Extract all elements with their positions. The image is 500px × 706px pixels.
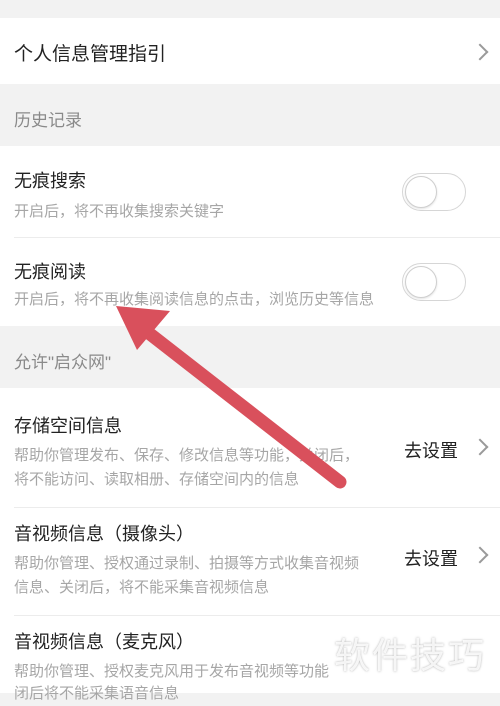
camera-desc-line2: 信息、关闭后，将不能采集音视频信息 [14, 579, 270, 596]
incognito-read-title: 无痕阅读 [14, 262, 86, 282]
camera-permission-row[interactable]: 音视频信息（摄像头） 帮助你管理、授权通过录制、拍摄等方式收集音视频 信息、关闭… [0, 508, 500, 616]
incognito-search-desc: 开启后，将不再收集搜索关键字 [14, 203, 225, 220]
camera-title: 音视频信息（摄像头） [14, 524, 194, 544]
storage-settings-link[interactable]: 去设置 [404, 437, 458, 463]
storage-desc-line1: 帮助你管理发布、保存、修改信息等功能，关闭后， [14, 447, 360, 464]
watermark: 软件技巧 [333, 635, 486, 676]
microphone-title: 音视频信息（麦克风） [14, 632, 194, 652]
storage-permission-row[interactable]: 存储空间信息 帮助你管理发布、保存、修改信息等功能，关闭后， 将不能访问、读取相… [0, 388, 500, 508]
microphone-desc-line2: 闭后将不能采集语音信息 [14, 685, 180, 702]
chevron-right-icon [471, 546, 489, 564]
storage-title: 存储空间信息 [14, 416, 122, 436]
camera-settings-link[interactable]: 去设置 [404, 545, 458, 571]
toggle-knob [405, 266, 437, 298]
camera-desc-line1: 帮助你管理、授权通过录制、拍摄等方式收集音视频 [14, 555, 360, 572]
chevron-right-icon [471, 438, 489, 456]
incognito-read-toggle[interactable] [402, 263, 466, 301]
incognito-read-row: 无痕阅读 开启后，将不再收集阅读信息的点击，浏览历史等信息 [0, 238, 500, 326]
incognito-read-desc: 开启后，将不再收集阅读信息的点击，浏览历史等信息 [14, 291, 375, 308]
privacy-guide-row[interactable]: 个人信息管理指引 [0, 18, 500, 84]
incognito-search-row: 无痕搜索 开启后，将不再收集搜索关键字 [0, 146, 500, 238]
history-section: 历史记录 [0, 84, 500, 146]
allow-section: 允许"启众网" [0, 326, 500, 388]
incognito-search-toggle[interactable] [402, 173, 466, 211]
storage-desc-line2: 将不能访问、读取相册、存储空间内的信息 [14, 471, 300, 488]
privacy-guide-label: 个人信息管理指引 [14, 44, 167, 65]
chevron-right-icon [471, 43, 489, 61]
incognito-search-title: 无痕搜索 [14, 171, 86, 191]
history-section-header: 历史记录 [14, 111, 82, 130]
microphone-desc-line1: 帮助你管理、授权麦克风用于发布音视频等功能 [14, 663, 330, 680]
toggle-knob [405, 176, 437, 208]
top-spacer [0, 0, 500, 18]
allow-section-header: 允许"启众网" [14, 353, 112, 372]
